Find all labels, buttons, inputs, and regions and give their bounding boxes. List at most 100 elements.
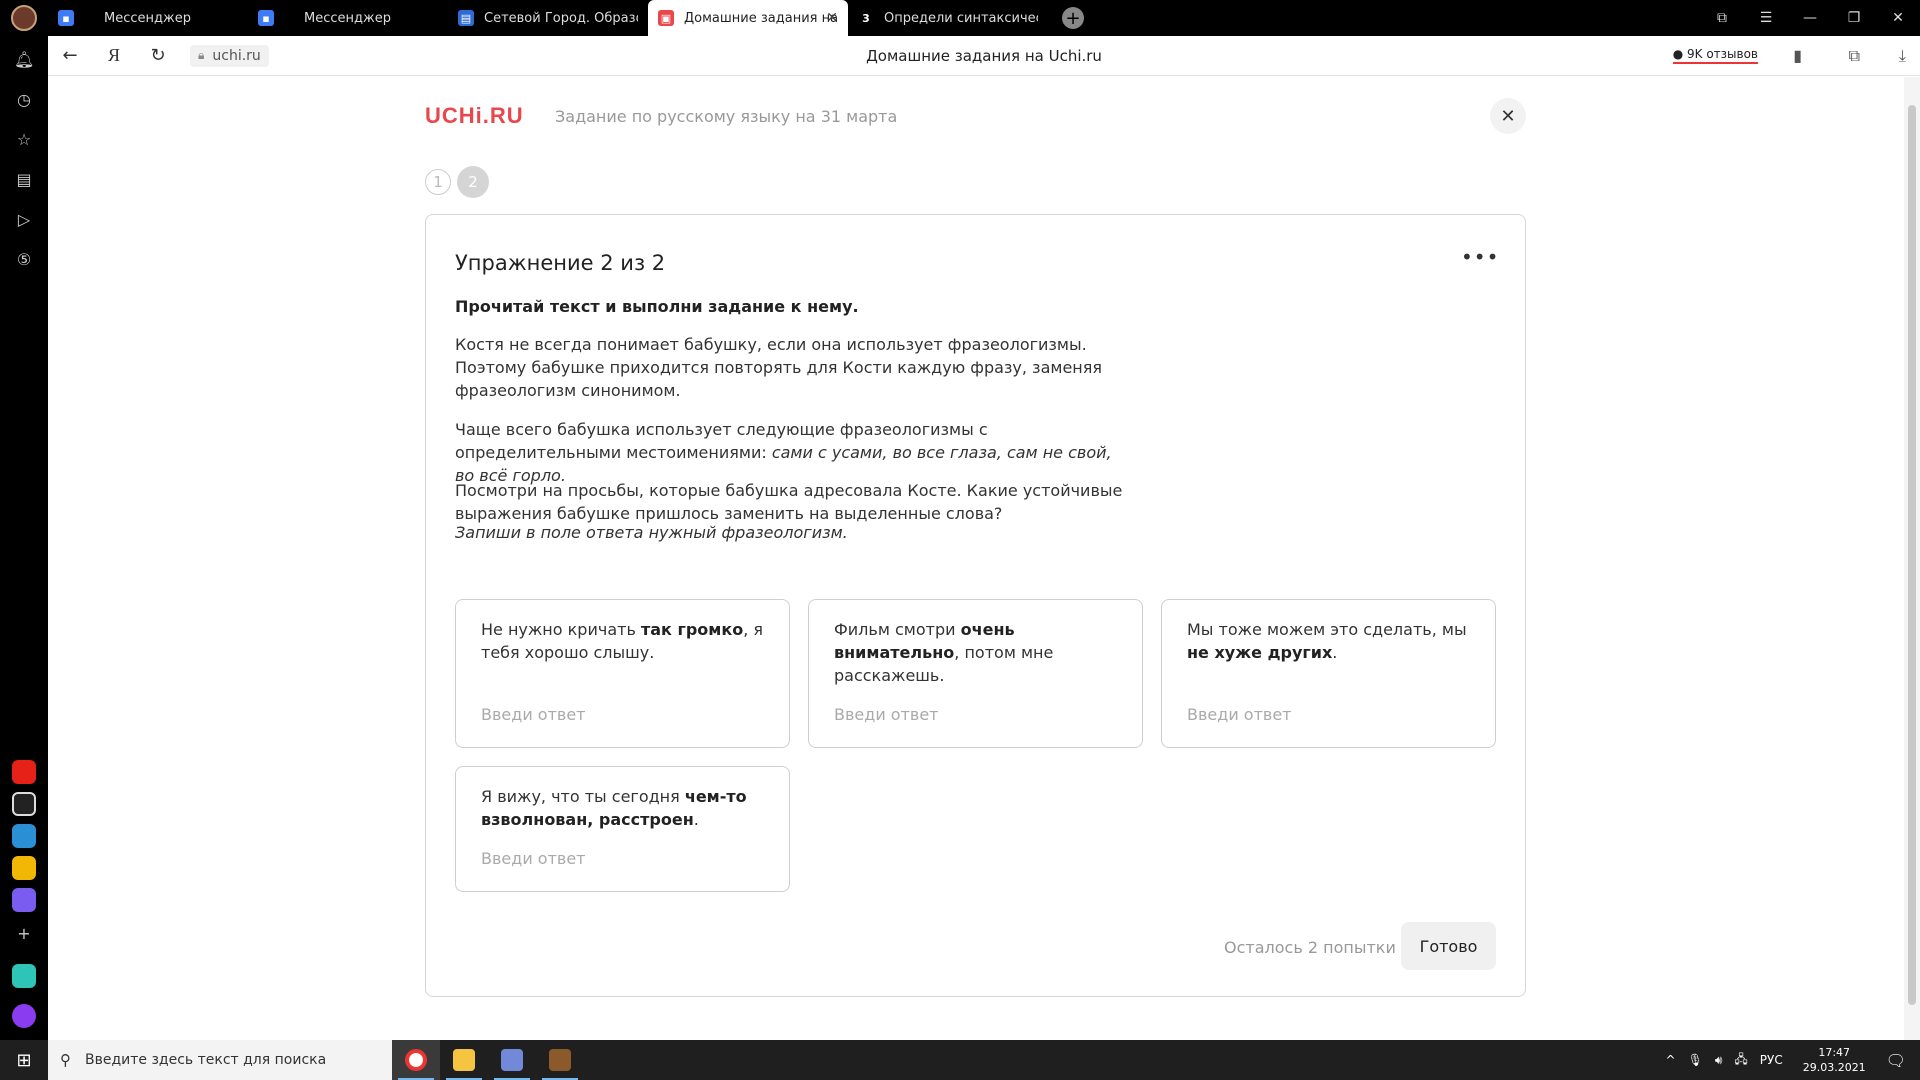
taskbar-discord[interactable] [488,1040,536,1080]
tab-messenger-1[interactable]: ▪ Мессенджер [48,0,248,36]
app-icon[interactable] [12,792,36,816]
prompt-text: Мы тоже можем это сделать, мы [1187,620,1467,639]
speech-bubble-icon: ● [1672,47,1684,61]
tab-label: Сетевой Город. Образова [484,10,638,26]
answer-input-1[interactable] [481,705,766,724]
answer-input-3[interactable] [1187,705,1472,724]
mail-app-icon[interactable] [12,824,36,848]
address-bar: ← Я ↻ 🔒︎ uchi.ru Домашние задания на Uch… [48,36,1920,76]
tab-messenger-2[interactable]: ▪ Мессенджер [248,0,448,36]
chevron-up-icon[interactable]: ^ [1666,1053,1676,1067]
done-button[interactable]: Готово [1401,922,1496,970]
bookmark-icon[interactable]: ▮ [1793,46,1802,65]
prompt-text: . [693,810,699,829]
menu-icon[interactable]: ☰ [1744,10,1788,26]
paragraph-1: Костя не всегда понимает бабушку, если о… [455,335,1102,400]
reload-icon[interactable]: ↻ [136,45,180,66]
discord-icon [501,1049,523,1071]
tab-label: Домашние задания на [684,10,838,26]
card-prompt: Фильм смотри очень внимательно, потом мн… [834,618,1124,687]
add-icon[interactable]: + [14,924,34,944]
network-icon[interactable]: 🖧 [1734,1050,1747,1071]
plus-icon: + [1065,7,1081,29]
language-indicator[interactable]: РУС [1760,1053,1783,1067]
close-icon[interactable]: ✕ [826,10,838,26]
play-icon[interactable]: ▷ [14,210,34,230]
paragraph-2: Чаще всего бабушка использует следующие … [455,418,1135,487]
extensions-icon[interactable]: ⧉ [1849,46,1860,66]
attempts-left: Осталось 2 попытки [1224,938,1396,957]
uchi-logo[interactable]: UCHi.RU [425,103,524,129]
browser-sidebar: 🔔︎ ◷ ☆ ▤ ▷ ⑤ + [0,36,48,1040]
minecraft-icon [549,1049,571,1071]
task-title: Задание по русскому языку на 31 марта [555,107,898,126]
alice-icon[interactable] [12,1004,36,1028]
lock-icon: 🔒︎ [198,48,205,62]
five-icon[interactable]: ⑤ [14,250,34,270]
clock[interactable]: 17:47 29.03.2021 [1803,1045,1866,1075]
restore-icon[interactable]: ❐ [1832,10,1876,26]
bell-icon[interactable]: 🔔︎ [14,50,34,70]
taskbar-search[interactable]: ⚲ Введите здесь текст для поиска [48,1040,392,1080]
page-content: UCHi.RU Задание по русскому языку на 31 … [48,77,1904,1040]
prompt-text: Не нужно кричать [481,620,641,639]
collections-icon[interactable]: ▤ [14,170,34,190]
chat-icon: ▪ [258,10,274,26]
school-icon: ▤ [458,10,474,26]
answer-input-4[interactable] [481,849,766,868]
yandex-icon[interactable]: Я [92,45,136,66]
close-task-button[interactable]: ✕ [1490,98,1526,134]
url-field[interactable]: 🔒︎ uchi.ru [190,44,269,67]
url-text: uchi.ru [212,47,261,64]
page-scrollbar[interactable] [1904,77,1920,1040]
tab-number-icon: 3 [862,11,870,25]
download-icon[interactable]: ⤓ [1899,46,1906,66]
prompt-text: . [1332,643,1338,662]
system-tray: ^ 🎙︎ 🔊︎ 🖧 РУС 17:47 29.03.2021 🗨︎ [1660,1040,1920,1080]
taskbar-yandex-browser[interactable] [392,1040,440,1080]
clock-date: 29.03.2021 [1802,1061,1866,1074]
notifications-icon[interactable]: 🗨︎ [1886,1051,1906,1070]
messenger-app-icon[interactable] [12,888,36,912]
search-icon: ⚲ [60,1051,71,1069]
windows-start-icon[interactable]: ⊞ [0,1040,48,1080]
answer-card-3: Мы тоже можем это сделать, мы не хуже др… [1161,599,1496,748]
media-app-icon[interactable] [12,964,36,988]
microphone-icon[interactable]: 🎙︎ [1688,1053,1703,1067]
minimize-icon[interactable]: — [1788,10,1832,26]
more-options-icon[interactable]: ••• [1461,245,1499,269]
prompt-text: Я вижу, что ты сегодня [481,787,685,806]
envelope-icon[interactable] [12,856,36,880]
search-placeholder: Введите здесь текст для поиска [85,1052,327,1068]
star-icon[interactable]: ☆ [14,130,34,150]
tab-school[interactable]: ▤ Сетевой Город. Образова [448,0,648,36]
history-icon[interactable]: ◷ [14,90,34,110]
highlighted-words: не хуже других [1187,643,1333,662]
card-prompt: Я вижу, что ты сегодня чем-то взволнован… [481,785,771,831]
taskbar-file-explorer[interactable] [440,1040,488,1080]
instruction: Прочитай текст и выполни задание к нему. [455,297,859,316]
new-tab-button[interactable]: + [1062,7,1084,29]
tab-syntax[interactable]: 3 Определи синтаксически [848,0,1048,36]
card-prompt: Мы тоже можем это сделать, мы не хуже др… [1187,618,1477,664]
back-icon[interactable]: ← [48,45,92,66]
uchi-icon: ▣ [658,10,674,26]
profile-avatar[interactable] [0,0,48,36]
reviews-button[interactable]: ● 9K отзывов [1672,47,1758,64]
taskbar-minecraft[interactable] [536,1040,584,1080]
bookmarks-panel-icon[interactable]: ⧉ [1700,10,1744,26]
highlighted-words: так громко [640,620,744,639]
scrollbar-thumb[interactable] [1908,105,1916,1005]
volume-icon[interactable]: 🔊︎ [1715,1053,1723,1068]
yandex-browser-icon [405,1049,427,1071]
tab-uchi-active[interactable]: ▣ Домашние задания на ✕ [648,0,848,36]
close-icon: ✕ [1500,105,1516,127]
paragraph-3: Посмотри на просьбы, которые бабушка адр… [455,481,1123,523]
answer-input-2[interactable] [834,705,1119,724]
page-tab-title: Домашние задания на Uchi.ru [866,46,1102,65]
youtube-icon[interactable] [12,760,36,784]
step-1[interactable]: 1 [425,169,451,195]
folder-icon [453,1049,475,1071]
step-2-current[interactable]: 2 [457,166,489,198]
close-window-icon[interactable]: ✕ [1876,10,1920,26]
